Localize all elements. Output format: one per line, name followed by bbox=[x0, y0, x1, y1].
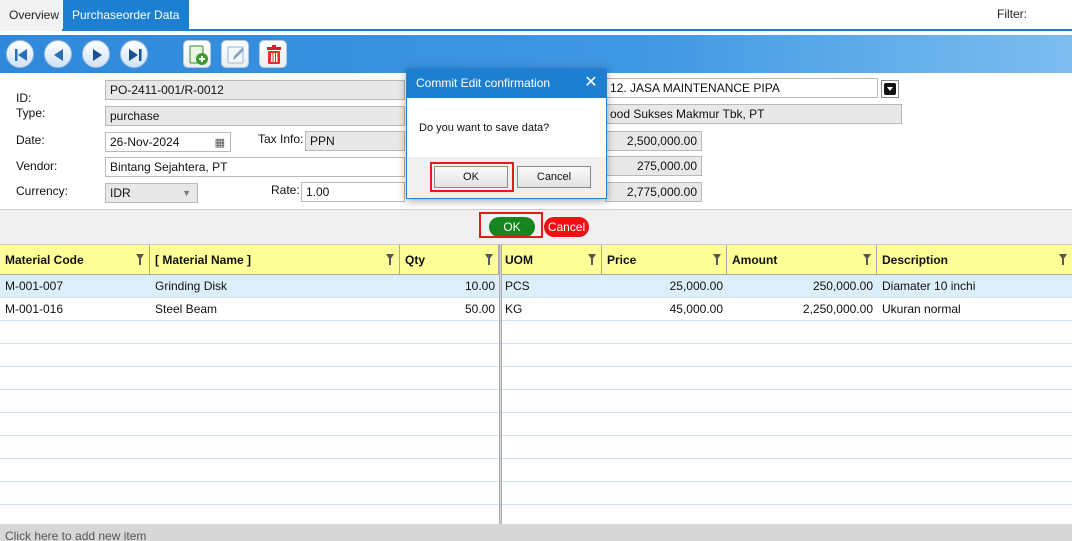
grid-header: Material Code [ Material Name ] Qty UOM … bbox=[0, 244, 1072, 275]
tab-overview[interactable]: Overview bbox=[0, 0, 62, 31]
filter-icon[interactable] bbox=[1059, 254, 1067, 265]
type-label: Type: bbox=[16, 106, 46, 120]
id-field[interactable]: PO-2411-001/R-0012 bbox=[105, 80, 405, 100]
table-row[interactable]: M-001-007 Grinding Disk 10.00 PCS 25,000… bbox=[0, 275, 1072, 298]
tab-purchaseorder-data[interactable]: Purchaseorder Data bbox=[63, 0, 189, 31]
date-field[interactable]: 26-Nov-2024 ▦ bbox=[105, 132, 231, 152]
column-header-description[interactable]: Description bbox=[877, 245, 1072, 275]
cell-material-code[interactable]: M-001-016 bbox=[0, 298, 150, 320]
tax-amount-field: 275,000.00 bbox=[605, 156, 702, 176]
empty-row bbox=[0, 459, 1072, 482]
cell-price[interactable]: 25,000.00 bbox=[602, 275, 727, 297]
column-header-qty[interactable]: Qty bbox=[400, 245, 499, 275]
calendar-icon[interactable]: ▦ bbox=[215, 134, 225, 151]
cell-material-name[interactable]: Grinding Disk bbox=[150, 275, 400, 297]
commit-action-bar: OK Cancel bbox=[0, 210, 1072, 244]
cell-price[interactable]: 45,000.00 bbox=[602, 298, 727, 320]
column-header-material-name[interactable]: [ Material Name ] bbox=[150, 245, 400, 275]
currency-label: Currency: bbox=[16, 184, 69, 198]
empty-row bbox=[0, 390, 1072, 413]
empty-row bbox=[0, 367, 1072, 390]
last-record-icon[interactable] bbox=[120, 40, 148, 68]
cell-amount[interactable]: 2,250,000.00 bbox=[727, 298, 877, 320]
tab-bar: Overview Purchaseorder Data Filter: bbox=[0, 0, 1072, 31]
cell-uom[interactable]: KG bbox=[500, 298, 602, 320]
filter-icon[interactable] bbox=[386, 254, 394, 265]
company-field[interactable]: ood Sukses Makmur Tbk, PT bbox=[605, 104, 902, 124]
date-value: 26-Nov-2024 bbox=[110, 135, 180, 149]
filter-icon[interactable] bbox=[485, 254, 493, 265]
delete-record-icon[interactable] bbox=[259, 40, 287, 68]
previous-record-icon[interactable] bbox=[44, 40, 72, 68]
cell-uom[interactable]: PCS bbox=[500, 275, 602, 297]
cell-qty[interactable]: 10.00 bbox=[400, 275, 499, 297]
cancel-button[interactable]: Cancel bbox=[544, 217, 589, 237]
empty-row bbox=[0, 413, 1072, 436]
edit-record-icon[interactable] bbox=[221, 40, 249, 68]
type-field[interactable]: purchase bbox=[105, 106, 405, 126]
vendor-field[interactable]: Bintang Sejahtera, PT bbox=[105, 157, 405, 177]
dialog-title: Commit Edit confirmation bbox=[407, 69, 606, 98]
commit-edit-dialog: Commit Edit confirmation ✕ Do you want t… bbox=[406, 68, 607, 199]
column-header-amount[interactable]: Amount bbox=[727, 245, 877, 275]
filter-icon[interactable] bbox=[863, 254, 871, 265]
dialog-message: Do you want to save data? bbox=[419, 122, 550, 134]
project-field[interactable]: 12. JASA MAINTENANCE PIPA bbox=[605, 78, 878, 98]
dialog-button-bar: OK Cancel bbox=[407, 157, 606, 198]
first-record-icon[interactable] bbox=[6, 40, 34, 68]
rate-field[interactable]: 1.00 bbox=[301, 182, 405, 202]
project-dropdown-button[interactable] bbox=[881, 80, 899, 98]
dialog-cancel-button[interactable]: Cancel bbox=[517, 166, 591, 188]
next-record-icon[interactable] bbox=[82, 40, 110, 68]
id-label: ID: bbox=[16, 91, 32, 105]
empty-row bbox=[0, 321, 1072, 344]
chevron-down-icon bbox=[884, 83, 896, 95]
close-icon[interactable]: ✕ bbox=[584, 69, 598, 98]
column-header-uom[interactable]: UOM bbox=[500, 245, 602, 275]
column-header-price[interactable]: Price bbox=[602, 245, 727, 275]
empty-row bbox=[0, 344, 1072, 367]
add-record-icon[interactable] bbox=[183, 40, 211, 68]
currency-value: IDR bbox=[110, 186, 131, 200]
subtotal-field: 2,500,000.00 bbox=[605, 131, 702, 151]
cell-qty[interactable]: 50.00 bbox=[400, 298, 499, 320]
chevron-down-icon: ▼ bbox=[182, 188, 191, 198]
cell-material-name[interactable]: Steel Beam bbox=[150, 298, 400, 320]
cell-description[interactable]: Ukuran normal bbox=[877, 298, 1072, 320]
ok-button[interactable]: OK bbox=[489, 217, 535, 237]
grid-frozen-splitter[interactable] bbox=[499, 244, 502, 524]
empty-row bbox=[0, 436, 1072, 459]
total-field: 2,775,000.00 bbox=[605, 182, 702, 202]
filter-label: Filter: bbox=[997, 7, 1027, 21]
taxinfo-label: Tax Info: bbox=[258, 132, 304, 146]
table-row[interactable]: M-001-016 Steel Beam 50.00 KG 45,000.00 … bbox=[0, 298, 1072, 321]
filter-icon[interactable] bbox=[713, 254, 721, 265]
cell-description[interactable]: Diamater 10 inchi bbox=[877, 275, 1072, 297]
filter-icon[interactable] bbox=[136, 254, 144, 265]
empty-row bbox=[0, 482, 1072, 505]
taxinfo-field[interactable]: PPN bbox=[305, 131, 405, 151]
column-header-material-code[interactable]: Material Code bbox=[0, 245, 150, 275]
cell-material-code[interactable]: M-001-007 bbox=[0, 275, 150, 297]
dialog-ok-button[interactable]: OK bbox=[434, 166, 508, 188]
vendor-label: Vendor: bbox=[16, 159, 58, 173]
filter-icon[interactable] bbox=[588, 254, 596, 265]
rate-label: Rate: bbox=[271, 183, 300, 197]
date-label: Date: bbox=[16, 133, 45, 147]
cell-amount[interactable]: 250,000.00 bbox=[727, 275, 877, 297]
purchase-items-grid: Material Code [ Material Name ] Qty UOM … bbox=[0, 244, 1072, 528]
add-new-item-row[interactable]: Click here to add new item bbox=[0, 524, 1072, 541]
currency-select[interactable]: IDR ▼ bbox=[105, 183, 198, 203]
